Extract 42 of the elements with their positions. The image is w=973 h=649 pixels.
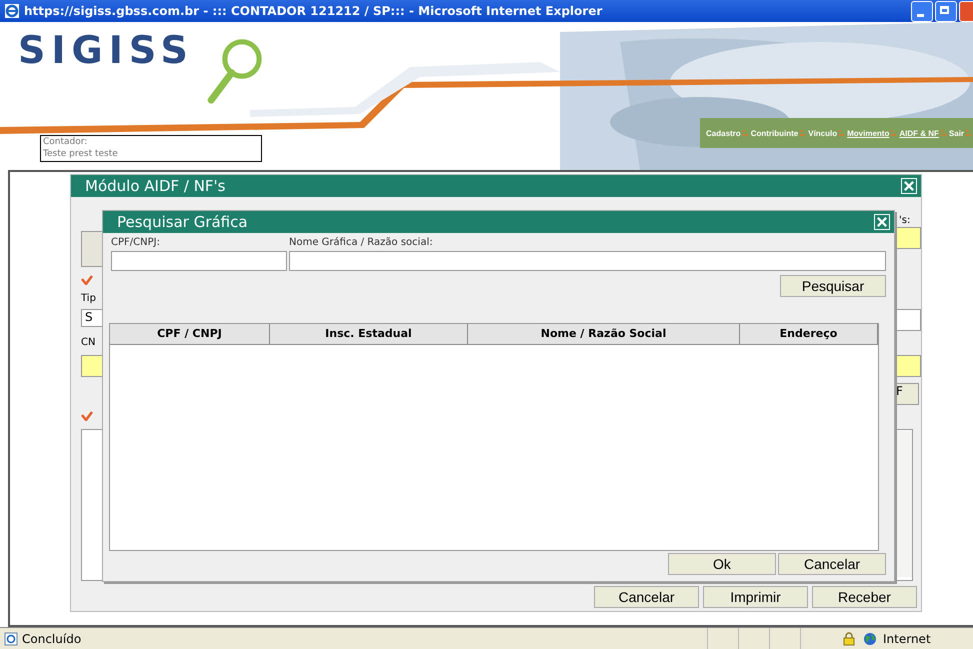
dialog-title: Pesquisar Gráfica: [117, 213, 248, 231]
accountant-label: Contador:: [43, 136, 88, 148]
page-icon: [4, 632, 18, 646]
separator-icon: [800, 129, 806, 137]
dialog-button[interactable]: Ok: [668, 553, 776, 575]
column-header[interactable]: Insc. Estadual: [270, 324, 468, 344]
select-field[interactable]: S: [81, 309, 103, 327]
field-label: Tip: [81, 293, 96, 304]
checkmark-icon: [81, 411, 93, 421]
field-label: 's:: [899, 215, 910, 226]
minimize-button[interactable]: [911, 0, 933, 22]
dialog-button[interactable]: Receber: [812, 586, 917, 608]
close-button[interactable]: [901, 178, 917, 194]
separator-icon: [966, 129, 972, 137]
logo: SIGISS: [18, 28, 194, 72]
column-header[interactable]: Endereço: [740, 324, 878, 344]
dialog-button[interactable]: Cancelar: [594, 586, 699, 608]
field-label: CPF/CNPJ:: [111, 237, 161, 250]
dialog-button[interactable]: Imprimir: [703, 586, 808, 608]
accountant-name: Teste prest teste: [43, 148, 119, 160]
separator-icon: [742, 129, 749, 137]
dialog-title: Módulo AIDF / NF's: [85, 177, 226, 195]
status-text: Concluído: [22, 632, 82, 646]
lock-icon: [843, 632, 855, 646]
separator-icon: [891, 129, 898, 137]
globe-icon: [863, 632, 877, 646]
zone-text: Internet: [883, 632, 932, 646]
field-label: Nome Gráfica / Razão social:: [289, 237, 434, 250]
separator-icon: [940, 129, 947, 137]
maximize-button[interactable]: [935, 0, 957, 22]
dialog-button[interactable]: Cancelar: [778, 553, 886, 575]
column-header[interactable]: Nome / Razão Social: [468, 324, 740, 344]
window-title: https://sigiss.gbss.com.br - ::: CONTADOR 121212 / SP::: - Microsoft Internet Explorer: [24, 4, 604, 18]
separator-icon: [839, 129, 846, 137]
field-label: CN: [81, 337, 96, 348]
close-button[interactable]: [874, 214, 890, 230]
column-header[interactable]: CPF / CNPJ: [110, 324, 270, 344]
input-field[interactable]: [289, 251, 886, 271]
browser-icon: [4, 3, 20, 19]
search-button[interactable]: Pesquisar: [780, 275, 886, 297]
checkmark-icon: [81, 275, 93, 285]
input-field[interactable]: [111, 251, 287, 271]
